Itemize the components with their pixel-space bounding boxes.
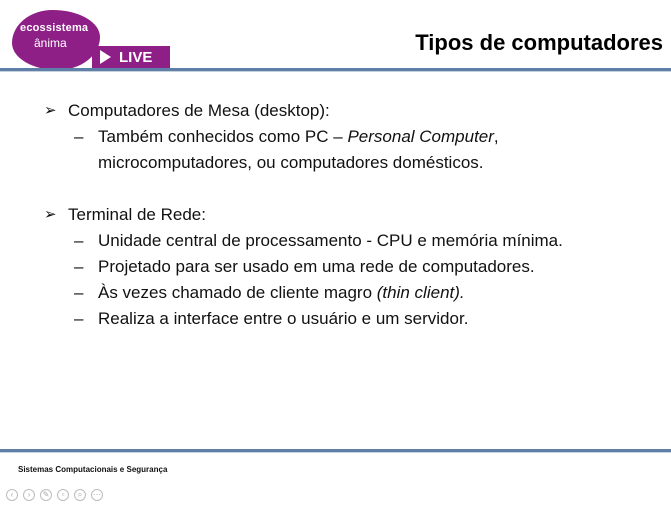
sub-bullet-item: – Projetado para ser usado em uma rede d…	[74, 254, 654, 280]
slideshow-controls: ‹ › ✎ ▫ ⌕ ⋯	[6, 489, 103, 501]
sub-bullet-text-part: Também conhecidos como PC –	[98, 127, 348, 146]
slide-title: Tipos de computadores	[415, 30, 663, 55]
bullet-text: Terminal de Rede:	[68, 205, 206, 224]
more-options-icon[interactable]: ⋯	[91, 489, 103, 501]
sub-bullet-text: Projetado para ser usado em uma rede de …	[98, 257, 535, 276]
next-slide-icon[interactable]: ›	[23, 489, 35, 501]
slides-overview-icon[interactable]: ▫	[57, 489, 69, 501]
previous-slide-icon[interactable]: ‹	[6, 489, 18, 501]
sub-bullet-item: – Unidade central de processamento - CPU…	[74, 228, 654, 254]
header-divider-shadow	[0, 71, 671, 72]
sub-bullet-item: – Realiza a interface entre o usuário e …	[74, 306, 654, 332]
sub-bullet-text-line2: microcomputadores, ou computadores domés…	[98, 153, 484, 172]
bullet-item: ➢ Terminal de Rede:	[44, 202, 654, 228]
sub-bullet-text: Realiza a interface entre o usuário e um…	[98, 309, 469, 328]
logo-text-line1: ecossistema	[20, 22, 89, 34]
logo-text-line2: ânima	[34, 36, 67, 50]
bullet-text: Computadores de Mesa (desktop):	[68, 101, 330, 120]
sub-bullet-item: – Às vezes chamado de cliente magro (thi…	[74, 280, 654, 306]
slide: ecossistema ânima LIVE Tipos de computad…	[0, 0, 671, 505]
sub-bullet-text: Unidade central de processamento - CPU e…	[98, 231, 563, 250]
slide-content: ➢ Computadores de Mesa (desktop): – Tamb…	[44, 98, 654, 332]
sub-bullet-text-part: Às vezes chamado de cliente magro	[98, 283, 377, 302]
brand-logo: ecossistema ânima LIVE	[10, 8, 170, 70]
arrow-bullet-icon: ➢	[44, 102, 57, 119]
zoom-icon[interactable]: ⌕	[74, 489, 86, 501]
live-label: LIVE	[119, 48, 153, 66]
live-badge: LIVE	[92, 46, 170, 68]
sub-bullet-text: Também conhecidos como PC – Personal Com…	[98, 124, 499, 176]
dash-bullet-icon: –	[74, 231, 84, 250]
sub-bullet-text-part: ,	[493, 127, 499, 146]
bullet-item: ➢ Computadores de Mesa (desktop):	[44, 98, 654, 124]
dash-bullet-icon: –	[74, 283, 84, 302]
dash-bullet-icon: –	[74, 257, 84, 276]
sub-bullet-text-emphasis: Personal Computer	[347, 127, 494, 146]
dash-bullet-icon: –	[74, 309, 84, 328]
sub-bullet-item: – Também conhecidos como PC – Personal C…	[74, 124, 654, 176]
dash-bullet-icon: –	[74, 127, 84, 146]
sub-bullet-text-emphasis: (thin client).	[376, 283, 465, 302]
pen-icon[interactable]: ✎	[40, 489, 52, 501]
play-icon	[100, 50, 111, 64]
footer-divider-shadow	[0, 452, 671, 453]
footer-course-title: Sistemas Computacionais e Segurança	[18, 465, 168, 474]
arrow-bullet-icon: ➢	[44, 206, 57, 223]
sub-bullet-text: Às vezes chamado de cliente magro (thin …	[98, 280, 465, 306]
